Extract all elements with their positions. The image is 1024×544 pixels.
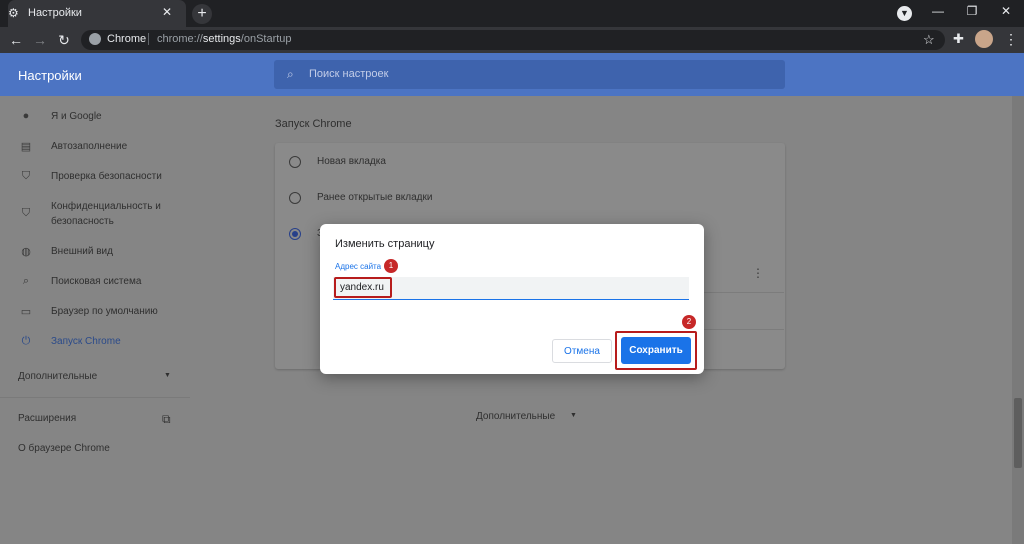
radio-label-previous-tabs: Ранее открытые вкладки: [317, 192, 433, 203]
sidebar-item-autofill[interactable]: Автозаполнение: [51, 139, 127, 154]
site-address-label: Адрес сайта: [335, 262, 382, 271]
sidebar-divider: [0, 397, 190, 398]
step-badge-2: 2: [682, 315, 696, 329]
browser-icon: ▭: [20, 306, 32, 318]
window-close-icon[interactable]: ✕: [996, 4, 1016, 18]
bookmark-star-icon[interactable]: ☆: [923, 32, 935, 48]
sidebar-item-search-engine[interactable]: Поисковая система: [51, 274, 141, 289]
main-advanced[interactable]: Дополнительные: [476, 411, 555, 422]
sidebar-item-you-and-google[interactable]: Я и Google: [51, 109, 102, 124]
radio-new-tab[interactable]: [289, 156, 301, 168]
radio-specific-pages[interactable]: [289, 228, 301, 240]
step-badge-1: 1: [384, 259, 398, 273]
shield-icon: ⛉: [21, 207, 31, 219]
palette-icon: ◍: [21, 246, 31, 258]
card-divider: [700, 292, 784, 293]
profile-indicator-icon[interactable]: ▼: [897, 6, 912, 21]
person-icon: ●: [22, 110, 30, 122]
cancel-button[interactable]: Отмена: [552, 339, 612, 363]
reload-icon[interactable]: ↻: [55, 31, 73, 49]
sidebar-about-chrome[interactable]: О браузере Chrome: [18, 443, 110, 454]
new-tab-button[interactable]: +: [192, 4, 212, 24]
page-title: Настройки: [18, 68, 82, 83]
sidebar-item-default-browser[interactable]: Браузер по умолчанию: [51, 304, 158, 319]
power-icon: ⏻: [21, 335, 31, 347]
highlight-box-1: [334, 277, 392, 298]
shield-check-icon: ⛉: [21, 170, 31, 182]
more-actions-icon[interactable]: ⋮: [752, 266, 764, 280]
section-title: Запуск Chrome: [275, 118, 352, 130]
radio-previous-tabs[interactable]: [289, 192, 301, 204]
scrollbar[interactable]: [1012, 96, 1024, 544]
search-icon: ⌕: [287, 67, 294, 81]
sidebar-item-appearance[interactable]: Внешний вид: [51, 244, 113, 259]
search-placeholder: Поиск настроек: [309, 68, 389, 80]
url-text[interactable]: chrome://settings/onStartup: [157, 33, 292, 45]
sidebar-item-privacy[interactable]: Конфиденциальность и безопасность: [51, 199, 181, 229]
sidebar-item-safety-check[interactable]: Проверка безопасности: [51, 169, 162, 184]
url-path: /onStartup: [240, 33, 292, 45]
clipboard-icon: ▤: [20, 141, 32, 153]
sidebar-extensions[interactable]: Расширения: [18, 413, 76, 424]
restore-icon[interactable]: ❐: [962, 4, 982, 18]
save-button[interactable]: Сохранить: [621, 337, 691, 364]
gear-icon: ⚙: [8, 6, 19, 20]
extensions-puzzle-icon[interactable]: ✚: [953, 31, 964, 47]
omnibox-separator: [148, 33, 149, 45]
tab-close-icon[interactable]: ✕: [162, 5, 172, 19]
chevron-down-icon: ▼: [570, 412, 577, 419]
forward-icon[interactable]: →: [31, 31, 49, 49]
url-prefix: chrome://: [157, 33, 203, 45]
dialog-title: Изменить страницу: [335, 238, 435, 250]
scrollbar-thumb[interactable]: [1014, 398, 1022, 468]
radio-label-new-tab: Новая вкладка: [317, 156, 386, 167]
open-external-icon[interactable]: ⧉: [162, 412, 171, 427]
search-icon: ⌕: [22, 275, 30, 287]
minimize-icon[interactable]: —: [928, 4, 948, 18]
back-icon[interactable]: ←: [7, 31, 25, 49]
url-host: settings: [202, 33, 241, 45]
chrome-menu-icon[interactable]: ⋮: [1004, 31, 1018, 48]
chrome-site-icon: [89, 33, 101, 45]
avatar[interactable]: [975, 30, 993, 48]
sidebar-item-on-startup[interactable]: Запуск Chrome: [51, 334, 121, 349]
chevron-down-icon: ▼: [164, 372, 171, 379]
card-divider: [700, 329, 784, 330]
site-name: Chrome: [107, 33, 147, 45]
sidebar-advanced[interactable]: Дополнительные: [18, 371, 97, 382]
tab-title: Настройки: [28, 7, 82, 19]
